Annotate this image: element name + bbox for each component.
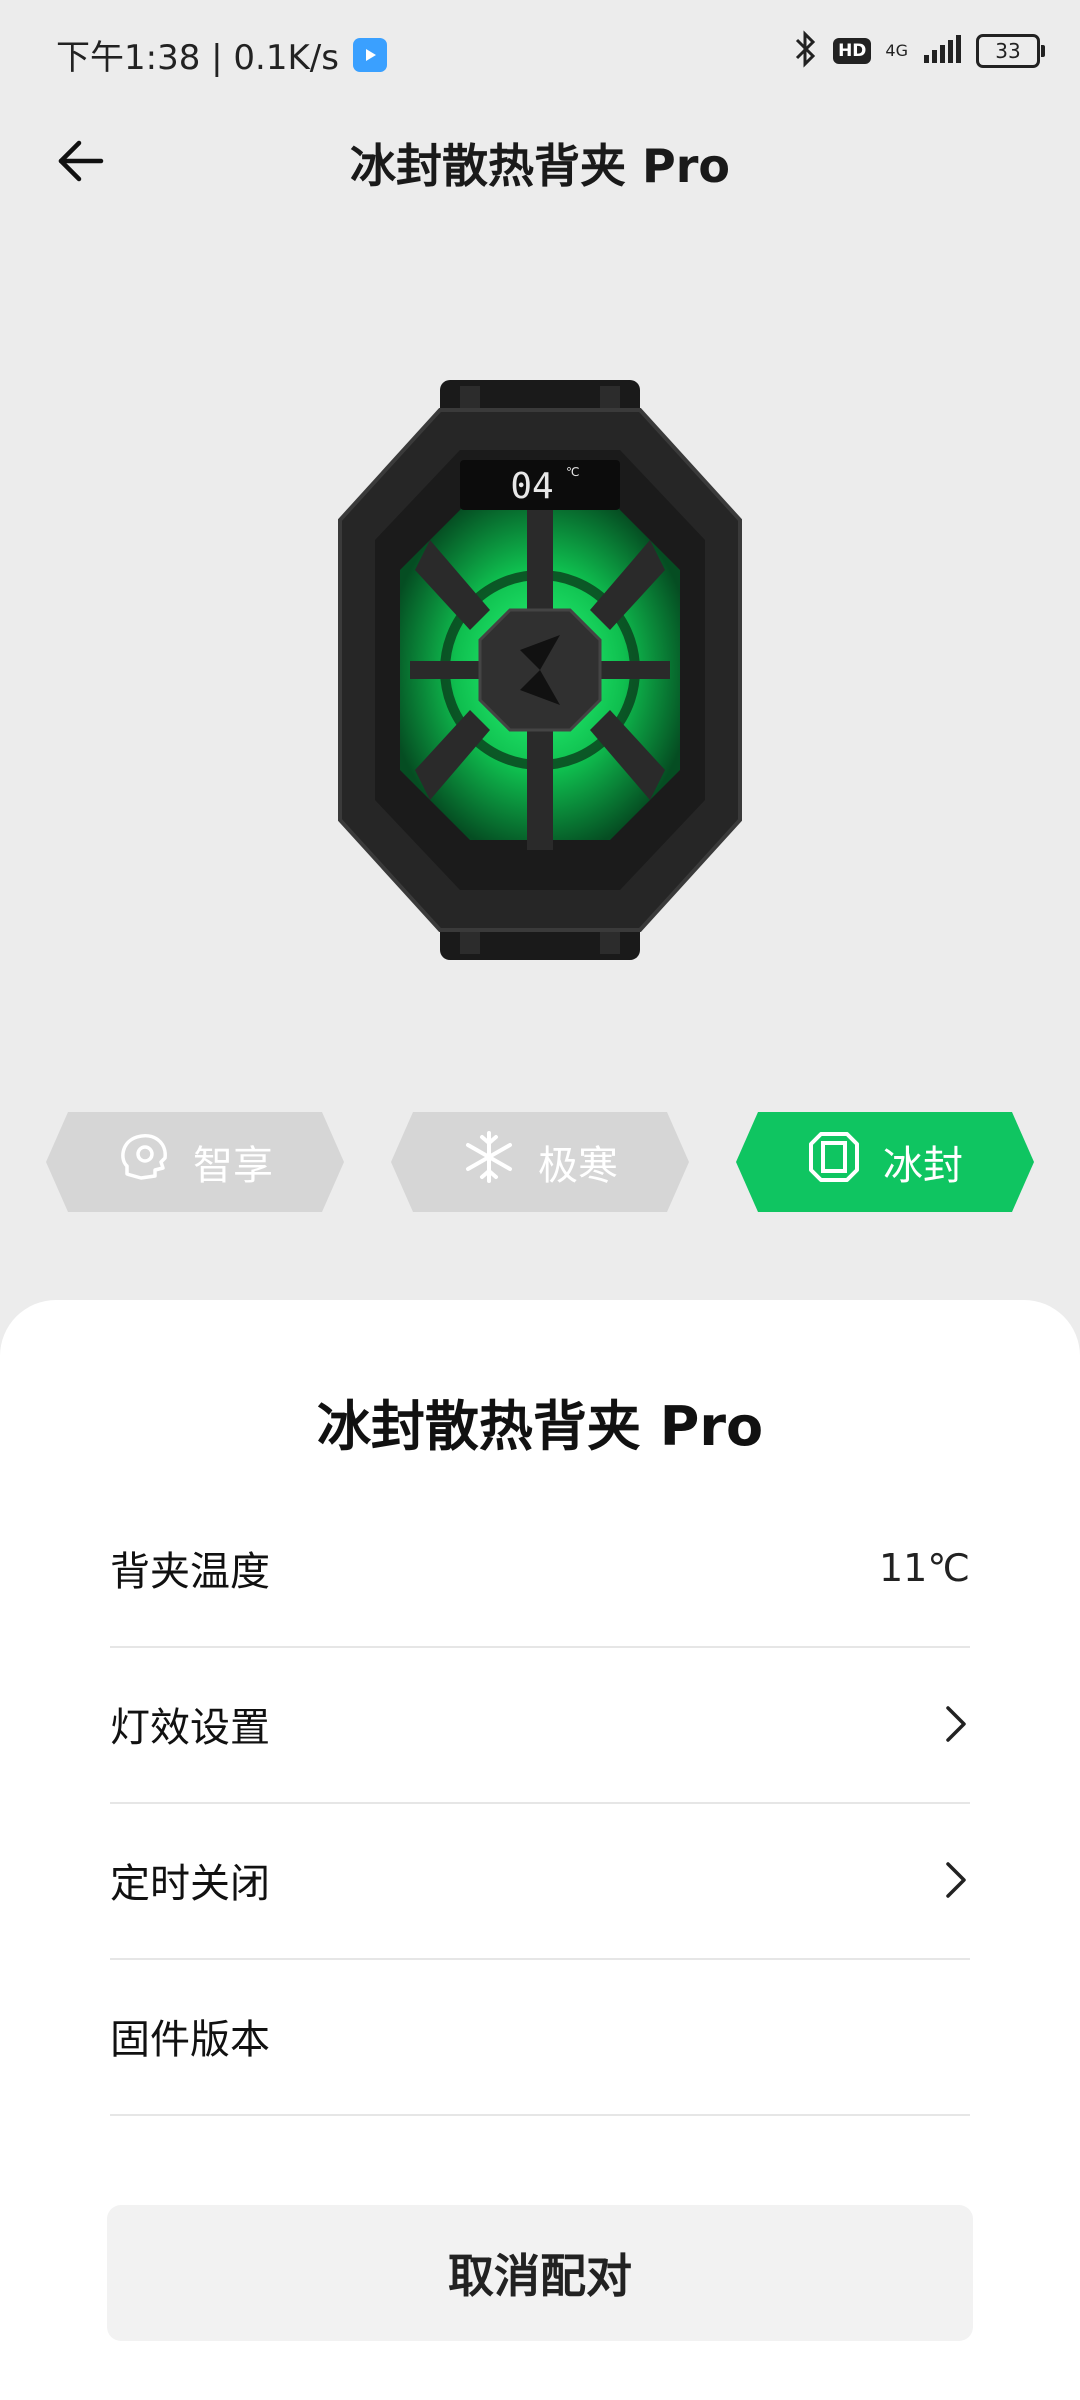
mode-extreme-cold-button[interactable]: 极寒 [391,1112,689,1212]
cooler-product-image: 04 ℃ [320,380,760,960]
hd-badge: HD [833,38,872,64]
app-notification-icon [352,37,387,72]
row-firmware-version: 固件版本 [110,1958,970,2116]
battery-icon: 33 [976,34,1045,68]
network-indicator: 4G [885,43,908,59]
signal-icon [922,33,962,69]
mode-smart-button[interactable]: 智享 [46,1112,344,1212]
mode-ice-seal-label: 冰封 [883,1143,963,1189]
status-right: HD 4G 33 [793,30,1045,72]
chevron-right-icon [946,1862,966,1898]
row-timed-shutdown[interactable]: 定时关闭 [110,1802,970,1960]
row-label: 灯效设置 [110,1705,270,1751]
mode-extreme-cold-label: 极寒 [538,1143,618,1189]
mode-ice-seal-button[interactable]: 冰封 [736,1112,1034,1212]
network-type: 4G [885,41,908,60]
status-time-speed: 下午1:38 | 0.1K/s [56,38,339,78]
row-label: 定时关闭 [110,1861,270,1907]
row-label: 固件版本 [110,2017,270,2063]
temperature-value: 11℃ [878,1546,970,1590]
mode-selector: 智享 极寒 冰封 [46,1112,1034,1212]
row-label: 背夹温度 [110,1549,270,1595]
cooler-display-reading: 04 [510,466,553,507]
status-bar: 下午1:38 | 0.1K/s HD 4G 33 [0,0,1080,104]
row-clip-temperature: 背夹温度 11℃ [110,1490,970,1648]
smart-head-icon [117,1130,171,1194]
ice-cube-icon [807,1130,861,1194]
chevron-right-icon [946,1706,966,1742]
svg-text:℃: ℃ [566,465,579,479]
device-detail-sheet: 冰封散热背夹 Pro 背夹温度 11℃ 灯效设置 定时关闭 固件版本 取消配对 [0,1300,1080,2400]
sheet-title: 冰封散热背夹 Pro [316,1395,764,1458]
unpair-button[interactable]: 取消配对 [107,2205,973,2341]
bluetooth-icon [793,30,819,72]
battery-level: 33 [995,39,1021,63]
page-title: 冰封散热背夹 Pro [349,139,731,193]
mode-smart-label: 智享 [193,1143,273,1189]
status-left: 下午1:38 | 0.1K/s [56,30,387,79]
row-light-effect-settings[interactable]: 灯效设置 [110,1646,970,1804]
top-app-bar: 冰封散热背夹 Pro [0,104,1080,220]
snowflake-icon [462,1130,516,1194]
